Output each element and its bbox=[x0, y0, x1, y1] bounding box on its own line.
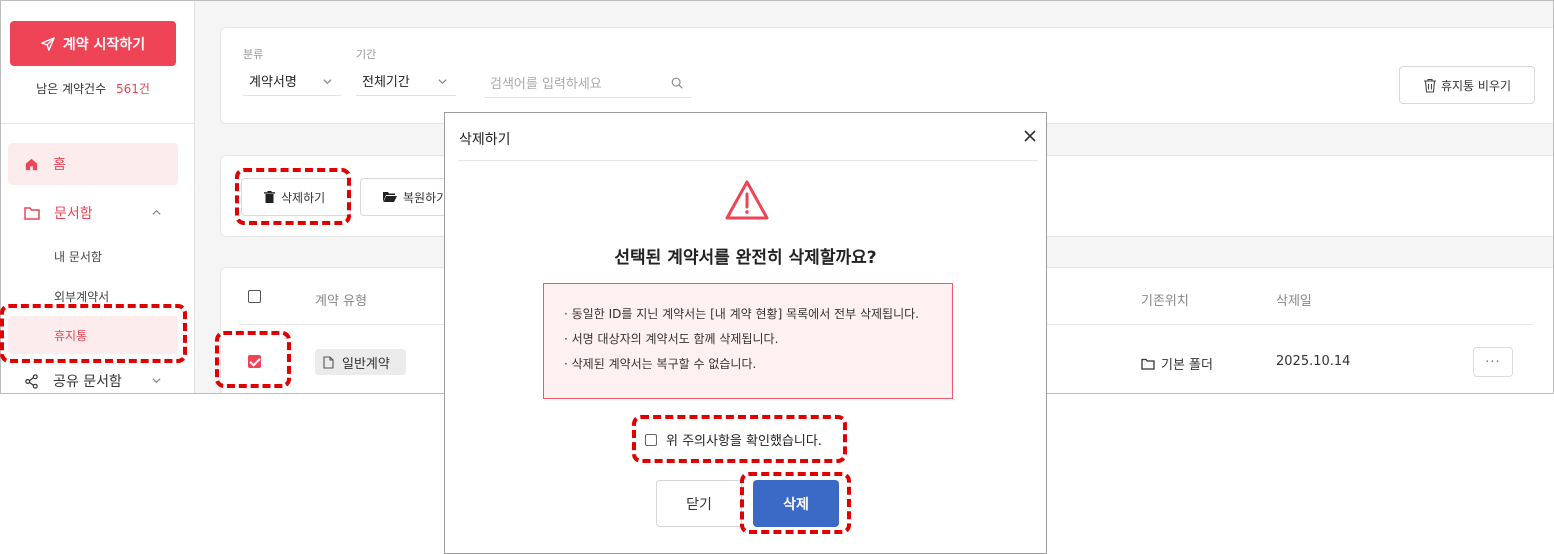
warning-icon bbox=[725, 180, 769, 220]
chevron-down-icon bbox=[438, 79, 447, 85]
start-contract-label: 계약 시작하기 bbox=[62, 36, 146, 53]
sidebar-subitem-trash[interactable]: 휴지통 bbox=[54, 327, 87, 344]
empty-trash-label: 휴지통 비우기 bbox=[1440, 78, 1512, 93]
share-icon bbox=[25, 373, 38, 389]
notice-item: · 삭제된 계약서는 복구할 수 없습니다. bbox=[564, 357, 757, 371]
remaining-label: 남은 계약건수 bbox=[36, 82, 107, 96]
select-all-checkbox[interactable] bbox=[248, 290, 261, 303]
start-contract-button[interactable]: 계약 시작하기 bbox=[10, 21, 176, 66]
period-label: 기간 bbox=[356, 48, 377, 61]
warning-notice-box: · 동일한 ID를 지닌 계약서는 [내 계약 현황] 목록에서 전부 삭제됩니… bbox=[543, 283, 953, 399]
close-icon[interactable] bbox=[1023, 129, 1037, 143]
category-value: 계약서명 bbox=[249, 75, 297, 90]
chevron-up-icon[interactable] bbox=[151, 207, 162, 218]
remaining-contracts: 남은 계약건수 561건 bbox=[1, 80, 185, 97]
notice-item: · 서명 대상자의 계약서도 함께 삭제됩니다. bbox=[564, 332, 779, 346]
folder-open-icon bbox=[383, 192, 397, 202]
search-input[interactable]: 검색어를 입력하세요 bbox=[484, 68, 692, 98]
sidebar: 계약 시작하기 남은 계약건수 561건 홈 문서함 내 문서함 외부계약서 휴… bbox=[1, 1, 195, 393]
row-checkbox[interactable] bbox=[248, 355, 261, 368]
chevron-down-icon[interactable] bbox=[151, 375, 162, 386]
sidebar-item-shared[interactable]: 공유 문서함 bbox=[8, 367, 178, 393]
document-icon bbox=[323, 355, 334, 369]
sidebar-subitem-external[interactable]: 외부계약서 bbox=[54, 288, 109, 305]
sidebar-subitem-trash-bg bbox=[8, 316, 178, 354]
confirm-label: 위 주의사항을 확인했습니다. bbox=[666, 434, 822, 449]
deleted-date-cell: 2025.10.14 bbox=[1276, 354, 1351, 369]
column-header-deleted-date: 삭제일 bbox=[1276, 294, 1312, 309]
contract-type-label: 일반계약 bbox=[342, 356, 390, 372]
column-header-location: 기존위치 bbox=[1141, 294, 1189, 309]
notice-item: · 동일한 ID를 지닌 계약서는 [내 계약 현황] 목록에서 전부 삭제됩니… bbox=[564, 307, 919, 321]
delete-dialog: 삭제하기 선택된 계약서를 완전히 삭제할까요? · 동일한 ID를 지닌 계약… bbox=[444, 112, 1047, 554]
search-icon[interactable] bbox=[670, 76, 684, 90]
restore-label: 복원하기 bbox=[403, 190, 448, 205]
row-more-button[interactable]: ··· bbox=[1473, 347, 1513, 377]
trash-icon bbox=[1423, 78, 1436, 93]
sidebar-item-label: 홈 bbox=[53, 157, 66, 173]
confirm-checkbox-row[interactable]: 위 주의사항을 확인했습니다. bbox=[645, 430, 822, 449]
sidebar-item-documents[interactable]: 문서함 bbox=[8, 199, 178, 227]
remaining-count: 561건 bbox=[115, 82, 150, 96]
category-label: 분류 bbox=[243, 48, 264, 61]
home-icon bbox=[25, 158, 38, 170]
trash-icon bbox=[264, 191, 275, 203]
folder-icon bbox=[1141, 358, 1155, 370]
sidebar-item-home[interactable]: 홈 bbox=[8, 143, 178, 185]
sidebar-divider bbox=[1, 123, 195, 124]
sidebar-subitem-my-documents[interactable]: 내 문서함 bbox=[54, 248, 102, 265]
sidebar-item-label: 문서함 bbox=[54, 206, 93, 222]
dialog-heading: 선택된 계약서를 완전히 삭제할까요? bbox=[614, 248, 877, 268]
sidebar-item-label: 공유 문서함 bbox=[53, 374, 122, 390]
location-label: 기본 폴더 bbox=[1161, 358, 1213, 373]
close-button[interactable]: 닫기 bbox=[656, 480, 742, 527]
chevron-down-icon bbox=[323, 79, 332, 85]
delete-button[interactable]: 삭제하기 bbox=[241, 178, 351, 216]
folder-icon bbox=[24, 207, 40, 220]
period-select[interactable]: 전체기간 bbox=[356, 66, 456, 96]
filter-panel: 분류 계약서명 기간 전체기간 검색어를 입력하세요 휴지통 비우기 bbox=[220, 27, 1553, 124]
delete-label: 삭제하기 bbox=[281, 190, 326, 205]
confirm-delete-button[interactable]: 삭제 bbox=[753, 480, 839, 527]
dialog-title: 삭제하기 bbox=[459, 132, 511, 148]
send-icon bbox=[41, 36, 55, 51]
contract-type-chip: 일반계약 bbox=[315, 349, 406, 375]
empty-trash-button[interactable]: 휴지통 비우기 bbox=[1399, 66, 1535, 104]
period-value: 전체기간 bbox=[362, 75, 410, 90]
location-cell: 기본 폴더 bbox=[1141, 354, 1213, 373]
category-select[interactable]: 계약서명 bbox=[243, 66, 341, 96]
dialog-divider bbox=[458, 160, 1038, 161]
confirm-checkbox[interactable] bbox=[645, 433, 657, 446]
search-placeholder: 검색어를 입력하세요 bbox=[490, 77, 602, 92]
column-header-type: 계약 유형 bbox=[315, 294, 367, 309]
